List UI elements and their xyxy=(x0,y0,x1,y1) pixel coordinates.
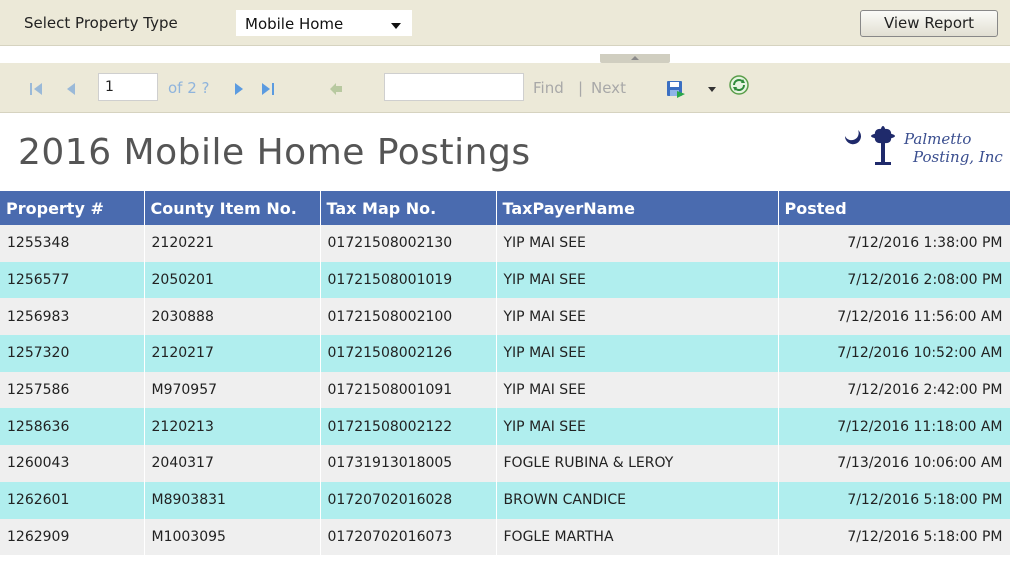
table-row: 1260043 2040317 01731913018005 FOGLE RUB… xyxy=(0,445,1010,482)
table-header-row: Property # County Item No. Tax Map No. T… xyxy=(0,191,1010,225)
cell-tax-map: 01721508002122 xyxy=(320,408,497,446)
cell-tax-map: 01721508002126 xyxy=(320,335,497,372)
cell-posted: 7/12/2016 5:18:00 PM xyxy=(778,518,1010,556)
page-number-input[interactable] xyxy=(98,73,158,101)
cell-tax-map: 01721508001091 xyxy=(320,371,497,409)
page-count-text: of 2 ? xyxy=(168,79,210,97)
cell-taxpayer: YIP MAI SEE xyxy=(496,261,779,299)
table-row: 1262601 M8903831 01720702016028 BROWN CA… xyxy=(0,481,1010,519)
report-title: 2016 Mobile Home Postings xyxy=(18,132,531,173)
table-row: 1262909 M1003095 01720702016073 FOGLE MA… xyxy=(0,518,1010,556)
property-type-select[interactable]: Mobile Home xyxy=(236,10,412,36)
cell-property: 1260043 xyxy=(0,445,145,482)
property-type-label: Select Property Type xyxy=(24,14,178,32)
collapse-parameters-handle[interactable] xyxy=(600,54,670,63)
export-dropdown-icon[interactable] xyxy=(708,87,716,92)
column-header-taxpayer: TaxPayerName xyxy=(496,191,779,225)
cell-taxpayer: FOGLE MARTHA xyxy=(496,518,779,556)
property-type-value: Mobile Home xyxy=(245,15,344,33)
cell-posted: 7/12/2016 10:52:00 AM xyxy=(778,335,1010,372)
column-header-tax-map: Tax Map No. xyxy=(320,191,497,225)
prev-page-icon[interactable] xyxy=(66,83,76,95)
cell-taxpayer: BROWN CANDICE xyxy=(496,481,779,519)
table-row: 1258636 2120213 01721508002122 YIP MAI S… xyxy=(0,408,1010,446)
cell-taxpayer: FOGLE RUBINA & LEROY xyxy=(496,445,779,482)
cell-posted: 7/12/2016 11:56:00 AM xyxy=(778,298,1010,336)
cell-county-item: 2120221 xyxy=(144,225,321,262)
parameter-bar: Select Property Type Mobile Home View Re… xyxy=(0,0,1010,46)
cell-property: 1255348 xyxy=(0,225,145,262)
logo-text-line1: Palmetto xyxy=(904,130,972,148)
cell-county-item: M1003095 xyxy=(144,518,321,556)
back-icon[interactable] xyxy=(330,83,342,95)
cell-posted: 7/12/2016 2:42:00 PM xyxy=(778,371,1010,409)
cell-county-item: 2120213 xyxy=(144,408,321,446)
find-separator: | xyxy=(578,79,584,97)
cell-posted: 7/13/2016 10:06:00 AM xyxy=(778,445,1010,482)
postings-table: Property # County Item No. Tax Map No. T… xyxy=(0,191,1010,556)
cell-property: 1256577 xyxy=(0,261,145,299)
cell-tax-map: 01721508002100 xyxy=(320,298,497,336)
table-row: 1255348 2120221 01721508002130 YIP MAI S… xyxy=(0,225,1010,262)
cell-property: 1262909 xyxy=(0,518,145,556)
find-link[interactable]: Find xyxy=(533,79,564,97)
cell-posted: 7/12/2016 5:18:00 PM xyxy=(778,481,1010,519)
cell-property: 1262601 xyxy=(0,481,145,519)
next-page-icon[interactable] xyxy=(234,83,244,95)
refresh-icon[interactable] xyxy=(728,74,750,96)
table-row: 1257586 M970957 01721508001091 YIP MAI S… xyxy=(0,371,1010,409)
find-next-link[interactable]: Next xyxy=(591,79,626,97)
cell-tax-map: 01731913018005 xyxy=(320,445,497,482)
column-header-county-item: County Item No. xyxy=(144,191,321,225)
cell-county-item: 2040317 xyxy=(144,445,321,482)
cell-posted: 7/12/2016 2:08:00 PM xyxy=(778,261,1010,299)
column-header-property: Property # xyxy=(0,191,145,225)
cell-tax-map: 01721508002130 xyxy=(320,225,497,262)
table-row: 1256983 2030888 01721508002100 YIP MAI S… xyxy=(0,298,1010,336)
cell-property: 1257320 xyxy=(0,335,145,372)
view-report-button[interactable]: View Report xyxy=(860,10,998,37)
cell-posted: 7/12/2016 1:38:00 PM xyxy=(778,225,1010,262)
chevron-down-icon xyxy=(391,23,401,29)
cell-property: 1258636 xyxy=(0,408,145,446)
cell-tax-map: 01720702016028 xyxy=(320,481,497,519)
report-toolbar: of 2 ? Find | Next xyxy=(0,63,1010,113)
cell-county-item: 2050201 xyxy=(144,261,321,299)
cell-taxpayer: YIP MAI SEE xyxy=(496,335,779,372)
cell-property: 1256983 xyxy=(0,298,145,336)
cell-county-item: 2120217 xyxy=(144,335,321,372)
cell-tax-map: 01720702016073 xyxy=(320,518,497,556)
table-row: 1256577 2050201 01721508001019 YIP MAI S… xyxy=(0,261,1010,299)
save-icon[interactable] xyxy=(667,81,685,98)
logo-text-line2: Posting, Inc xyxy=(913,148,1003,166)
cell-property: 1257586 xyxy=(0,371,145,409)
last-page-icon[interactable] xyxy=(262,83,276,95)
cell-taxpayer: YIP MAI SEE xyxy=(496,225,779,262)
table-row: 1257320 2120217 01721508002126 YIP MAI S… xyxy=(0,335,1010,372)
cell-tax-map: 01721508001019 xyxy=(320,261,497,299)
cell-posted: 7/12/2016 11:18:00 AM xyxy=(778,408,1010,446)
first-page-icon[interactable] xyxy=(30,83,44,95)
cell-taxpayer: YIP MAI SEE xyxy=(496,371,779,409)
cell-taxpayer: YIP MAI SEE xyxy=(496,408,779,446)
cell-county-item: M970957 xyxy=(144,371,321,409)
cell-county-item: 2030888 xyxy=(144,298,321,336)
cell-county-item: M8903831 xyxy=(144,481,321,519)
find-text-input[interactable] xyxy=(384,73,524,101)
column-header-posted: Posted xyxy=(778,191,1010,225)
cell-taxpayer: YIP MAI SEE xyxy=(496,298,779,336)
